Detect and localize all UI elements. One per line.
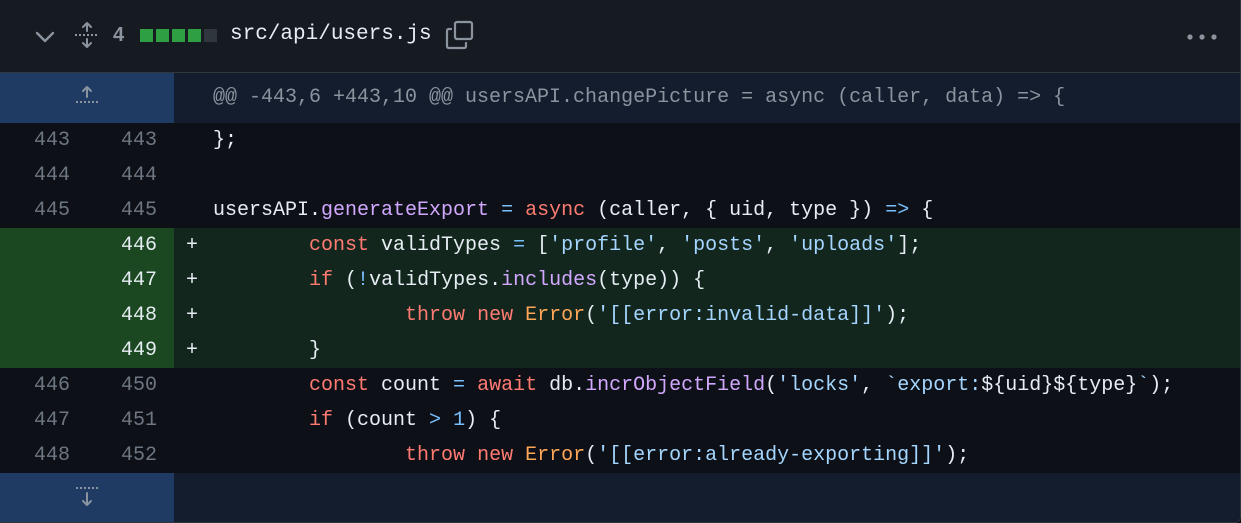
new-line-number[interactable]: 447 xyxy=(87,263,157,298)
diff-line-added: 446 + const validTypes = ['profile', 'po… xyxy=(0,228,1240,263)
addition-marker: + xyxy=(186,304,199,327)
diff-line: 444 444 xyxy=(0,158,1240,193)
diffstat-block xyxy=(204,29,217,42)
old-line-number xyxy=(0,298,70,333)
expand-down-button[interactable] xyxy=(0,473,174,522)
addition-marker: + xyxy=(186,339,199,362)
code-line: throw new Error('[[error:invalid-data]]'… xyxy=(405,304,910,327)
code-line: usersAPI.generateExport = async (caller,… xyxy=(213,199,934,222)
diffstat-block xyxy=(172,29,185,42)
diff-file: 4 src/api/users.js @@ -443,6 +443,10 @@ xyxy=(0,0,1241,523)
diff-line: 446 450 const count = await db.incrObjec… xyxy=(0,368,1240,403)
diff-line-added: 448 + throw new Error('[[error:invalid-d… xyxy=(0,298,1240,333)
code-line: if (!validTypes.includes(type)) { xyxy=(309,269,706,292)
unfold-icon[interactable] xyxy=(74,21,100,49)
code-line: }; xyxy=(213,129,238,152)
new-line-number[interactable]: 448 xyxy=(87,298,157,333)
diffstat-block xyxy=(156,29,169,42)
hunk-header-text: @@ -443,6 +443,10 @@ usersAPI.changePict… xyxy=(213,86,1066,109)
code-line: throw new Error('[[error:already-exporti… xyxy=(405,444,970,467)
old-line-number xyxy=(0,333,70,368)
old-line-number[interactable]: 443 xyxy=(0,123,70,158)
fold-up-icon xyxy=(76,86,98,103)
code-line: const validTypes = ['profile', 'posts', … xyxy=(309,234,922,257)
hunk-header-row: @@ -443,6 +443,10 @@ usersAPI.changePict… xyxy=(0,73,1240,123)
new-line-number[interactable]: 445 xyxy=(87,193,157,228)
new-line-number[interactable]: 444 xyxy=(87,158,157,193)
old-line-number[interactable]: 446 xyxy=(0,368,70,403)
new-line-number[interactable]: 452 xyxy=(87,438,157,473)
new-line-number[interactable]: 446 xyxy=(87,228,157,263)
new-line-number[interactable]: 443 xyxy=(87,123,157,158)
diffstat xyxy=(140,29,217,42)
new-line-number[interactable]: 451 xyxy=(87,403,157,438)
addition-marker: + xyxy=(186,269,199,292)
diff-line-added: 447 + if (!validTypes.includes(type)) { xyxy=(0,263,1240,298)
fold-down-icon xyxy=(76,487,98,506)
old-line-number[interactable]: 447 xyxy=(0,403,70,438)
expand-up-button[interactable] xyxy=(0,73,174,123)
changed-lines-count: 4 xyxy=(113,24,125,46)
kebab-horizontal-icon[interactable] xyxy=(1184,28,1220,46)
code-line: } xyxy=(213,339,322,362)
diff-line: 445 445 usersAPI.generateExport = async … xyxy=(0,193,1240,228)
code-line: if (count > 1) { xyxy=(309,409,502,432)
diffstat-block xyxy=(188,29,201,42)
diffstat-block xyxy=(140,29,153,42)
copy-icon[interactable] xyxy=(444,19,476,51)
chevron-down-icon[interactable] xyxy=(34,26,56,48)
new-line-number[interactable]: 449 xyxy=(87,333,157,368)
file-path[interactable]: src/api/users.js xyxy=(230,23,432,46)
code-line: const count = await db.incrObjectField('… xyxy=(309,374,1174,397)
new-line-number[interactable]: 450 xyxy=(87,368,157,403)
old-line-number[interactable]: 448 xyxy=(0,438,70,473)
diff-line: 448 452 throw new Error('[[error:already… xyxy=(0,438,1240,473)
file-header: 4 src/api/users.js xyxy=(0,0,1240,73)
diff-line-added: 449 + } xyxy=(0,333,1240,368)
old-line-number[interactable]: 445 xyxy=(0,193,70,228)
addition-marker: + xyxy=(186,234,199,257)
old-line-number[interactable]: 444 xyxy=(0,158,70,193)
diff-line: 443 443 }; xyxy=(0,123,1240,158)
old-line-number xyxy=(0,263,70,298)
diff-line: 447 451 if (count > 1) { xyxy=(0,403,1240,438)
old-line-number xyxy=(0,228,70,263)
expander-row xyxy=(0,473,1240,522)
